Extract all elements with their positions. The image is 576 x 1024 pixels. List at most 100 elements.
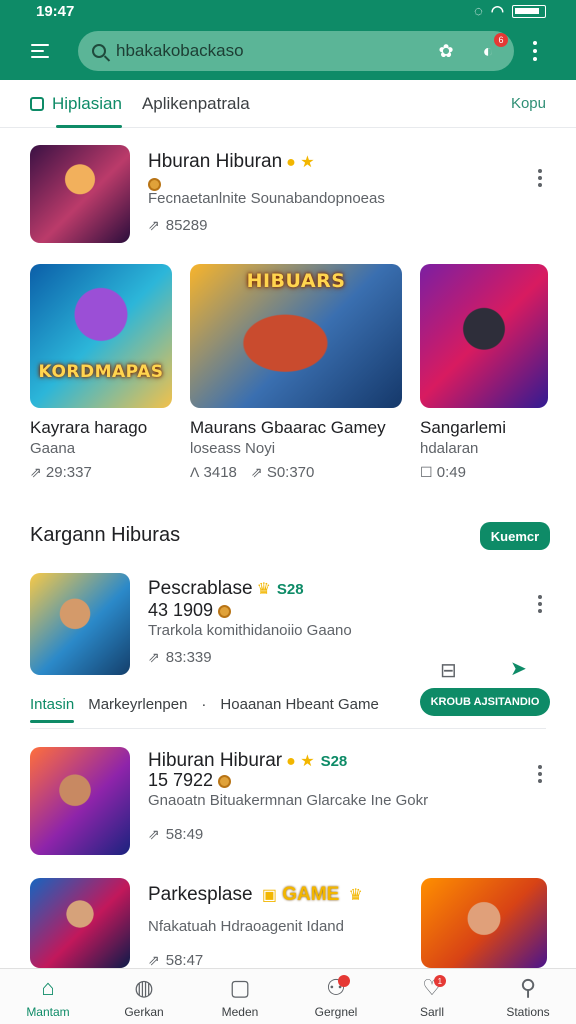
menu-icon [31,40,49,62]
feature-app-image[interactable] [30,145,130,243]
nav-item-games[interactable]: ◍ Gerkan [96,969,192,1024]
nav-item-social[interactable]: ⚇ Gergnel [288,969,384,1024]
card-image[interactable]: HIBUARS [190,264,402,408]
card-meta: Λ 3418 ⇗ S0:370 [190,464,315,481]
tablet-icon: ▢ [229,974,251,1000]
medal-icon: ● ★ [286,154,315,171]
item-title[interactable]: Parkesplase ▣ GAME ♛ [148,884,363,906]
tab-label: Aplikenpatrala [141,93,250,113]
card-meta: ⇗ 29:337 [30,464,92,481]
feature-subtitle: Fecnaetanlnite Sounabandopnoeas [148,190,385,207]
section-more-button[interactable]: Kuemcr [480,522,550,550]
card-title[interactable]: Kayrara harago [30,418,147,438]
card-title[interactable]: Sangarlemi [420,418,506,438]
item-number: 15 7922 [148,770,232,791]
notification-badge [337,975,350,987]
subtab-markeyrlenpen[interactable]: Markeyrlenpen [88,686,187,722]
card-art-text: HIBUARS [246,270,346,292]
item-meta: ⇗ 83:339 [148,649,212,666]
voice-search-button[interactable]: ✿ [430,35,462,67]
nav-label: Sarll [419,1004,444,1019]
feature-title[interactable]: Hburan Hiburan ● ★ [148,151,315,173]
controller-icon: ◍ [134,974,154,1000]
menu-button[interactable] [18,29,62,73]
rating-icon: Λ [190,464,200,480]
item-side-image[interactable] [421,878,547,968]
crown-icon: ♛ [256,581,271,598]
item-more-button[interactable] [530,592,550,616]
search-icon [92,44,106,58]
item-image[interactable] [30,747,130,855]
divider [30,728,546,729]
card-subtitle: hdalaran [420,440,479,457]
card-image[interactable]: KORDMAPAS [30,264,172,408]
nav-label: Stations [506,1004,550,1019]
checkbox-icon[interactable]: ☐ [420,464,433,480]
status-time: 19:47 [36,2,75,20]
item-title[interactable]: Pescrablase ♛ S28 [148,578,304,600]
bottom-navigation: ⌂ Mantam ◍ Gerkan ▢ Meden ⚇ Gergnel ♡ 1 … [0,968,576,1024]
send-icon[interactable]: ➤ [510,656,527,681]
subtab-intasin[interactable]: Intasin [30,686,75,723]
item-price: S28 [276,581,304,598]
tab-aplikenpatrala[interactable]: Aplikenpatrala [142,80,250,128]
feature-more-button[interactable] [530,166,550,190]
nav-item-home[interactable]: ⌂ Mantam [0,969,96,1024]
wifi-icon: ◠ [490,3,504,20]
top-tabs: Hiplasian Aplikenpatrala Kopu [0,80,576,128]
share-icon: ⇗ [250,464,263,480]
notification-bell-icon: ◐ [482,40,494,61]
tab-link-kopu[interactable]: Kopu [511,95,546,112]
item-meta: ⇗ 58:47 [148,952,204,969]
notification-badge: 1 [433,975,446,987]
card-subtitle: Gaana [30,440,76,457]
alarm-icon: ◌ [473,2,483,20]
notifications-button[interactable]: ◐ 6 [472,33,508,67]
item-title[interactable]: Hiburan Hiburar ● ★ S28 [148,750,347,772]
download-icon: ⇗ [30,464,42,480]
game-label: GAME [282,884,340,905]
nav-item-media[interactable]: ▢ Meden [192,969,288,1024]
nav-label: Meden [221,1004,259,1019]
download-icon: ⇗ [148,952,160,968]
status-bar: 19:47 ◌ ◠ [0,0,576,22]
search-input[interactable] [116,41,420,61]
item-meta: ⇗ 58:49 [148,826,204,843]
medal-icon: ● ★ [286,753,315,770]
status-icons: ◌ ◠ [474,2,546,20]
download-icon: ⇗ [148,826,160,842]
card-image[interactable] [420,264,548,408]
treasure-icon: ▣ [261,887,277,904]
coin-icon [218,774,232,788]
battery-icon [512,4,546,18]
install-button[interactable]: KROUB AJSITANDIO [420,688,550,716]
nav-item-profile[interactable]: ⚲ Stations [480,969,576,1024]
card-title[interactable]: Maurans Gbaarac Gamey [190,418,386,438]
item-description: Trarkola komithidanoiio Gaano [148,622,352,639]
item-image[interactable] [30,573,130,675]
section-title: Kargann Hiburas [30,524,181,546]
notification-badge: 6 [494,33,508,47]
crown-icon: ♛ [348,887,363,904]
nav-label: Gerkan [124,1004,164,1019]
tab-hiplasian[interactable]: Hiplasian [30,80,122,128]
card-art-text: KORDMAPAS [38,362,164,382]
search-bar[interactable]: ✿ ◐ 6 [78,31,514,71]
card-subtitle: loseass Noyi [190,440,276,457]
feature-meta: ⇗ 85289 [148,217,208,234]
item-image[interactable] [30,878,130,968]
download-icon: ⇗ [148,217,160,233]
item-more-button[interactable] [530,762,550,786]
nav-label: Mantam [26,1004,70,1019]
tab-label: Hiplasian [52,93,122,113]
item-description: Nfakatuah Hdraoagenit Idand [148,918,344,935]
subtab-hoaanan[interactable]: Hoaanan Hbeant Game [220,686,378,722]
person-icon: ⚲ [519,974,537,1000]
nav-item-favorites[interactable]: ♡ 1 Sarll [384,969,480,1024]
coin-icon [148,177,161,191]
download-icon: ⇗ [148,649,160,665]
app-bar: ✿ ◐ 6 [0,22,576,80]
subtab-separator: · [201,695,207,713]
overflow-menu-button[interactable] [520,31,550,71]
save-icon[interactable]: ⊟ [440,658,457,683]
